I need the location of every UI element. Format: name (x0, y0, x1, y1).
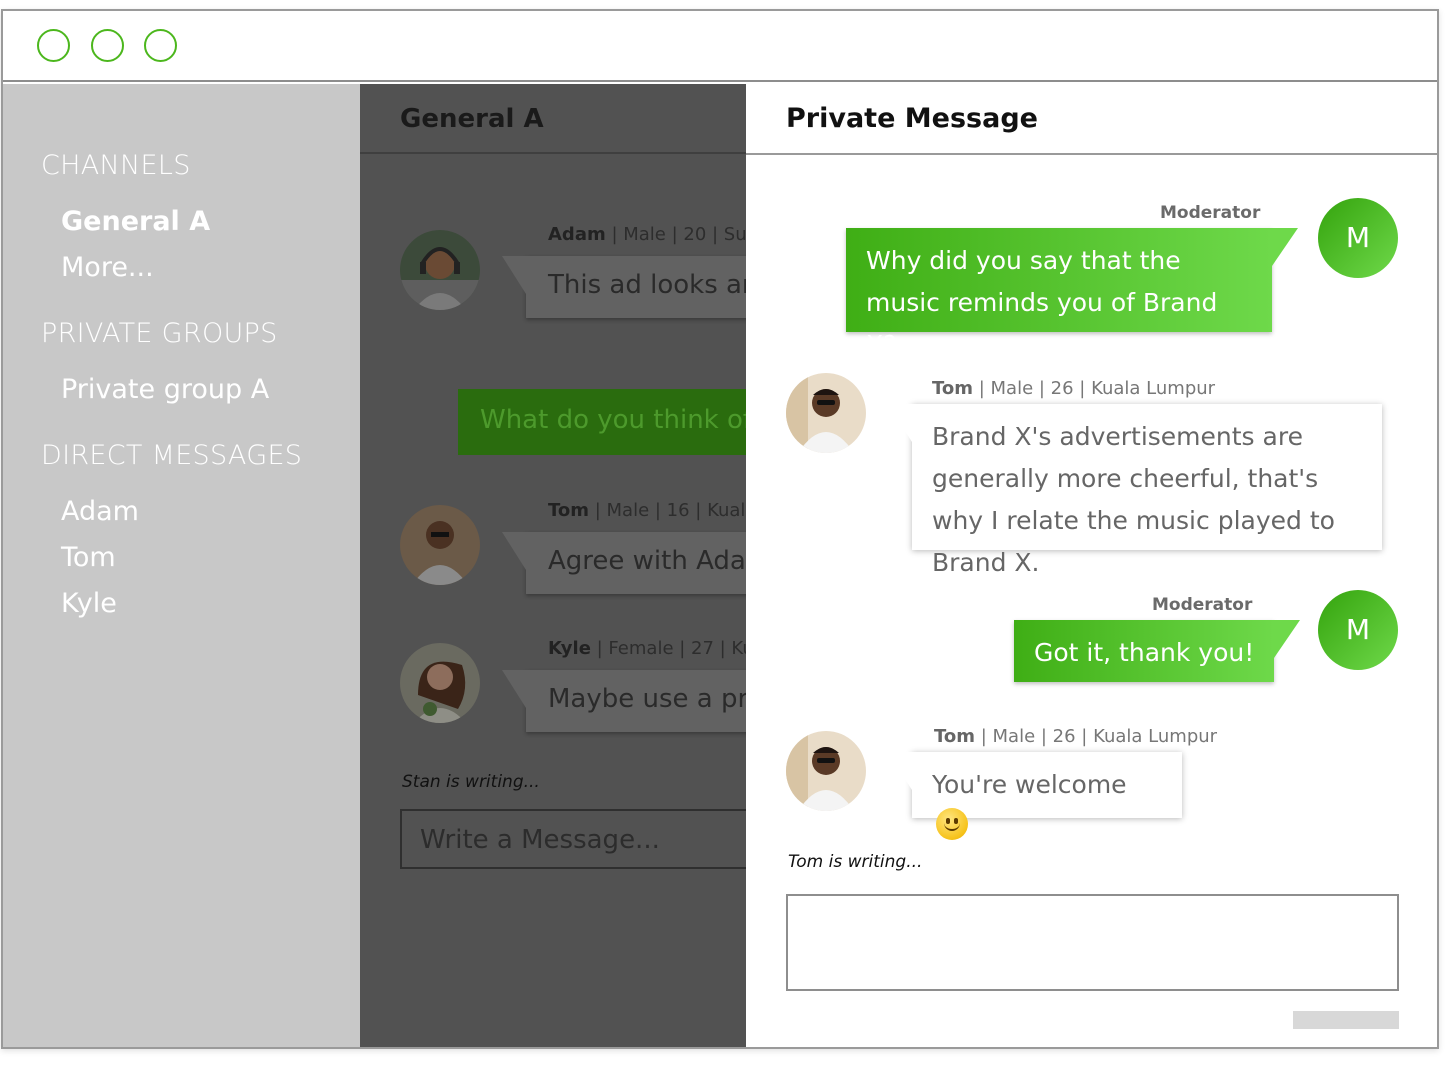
moderator-message-bubble: Got it, thank you! (1014, 620, 1300, 682)
app-window: CHANNELS General A More... PRIVATE GROUP… (1, 9, 1439, 1049)
channels-title: CHANNELS (41, 150, 191, 181)
avatar (786, 373, 866, 453)
message-meta: Tom | Male | 16 | Kuala L (548, 500, 746, 521)
typing-indicator: Stan is writing... (402, 772, 540, 792)
avatar (400, 643, 480, 723)
slightly-smiling-face-icon (936, 808, 968, 840)
tom-avatar-icon (786, 731, 866, 811)
kyle-avatar-icon (400, 643, 480, 723)
sidebar-item-private-group-a[interactable]: Private group A (61, 374, 269, 405)
message-meta: Tom | Male | 26 | Kuala Lumpur (934, 726, 1218, 747)
adam-avatar-icon (400, 230, 480, 310)
sidebar: CHANNELS General A More... PRIVATE GROUP… (3, 84, 360, 1047)
message-meta: Tom | Male | 26 | Kuala Lumpur (932, 378, 1216, 399)
message-meta: Kyle | Female | 27 | Kual (548, 638, 746, 659)
message-bubble: Brand X's advertisements are generally m… (888, 404, 1382, 577)
moderator-avatar: M (1318, 198, 1398, 278)
general-channel-panel: General A Adam | Male | 20 | Subar This … (360, 84, 746, 1047)
moderator-message-bubble: What do you think of th (458, 389, 746, 455)
sidebar-item-tom[interactable]: Tom (61, 542, 116, 573)
window-close-icon[interactable] (37, 29, 70, 62)
message-input[interactable]: Write a Message... (400, 809, 746, 869)
sidebar-item-kyle[interactable]: Kyle (61, 588, 117, 619)
moderator-avatar: M (1318, 590, 1398, 670)
message-bubble: This ad looks am (502, 256, 746, 318)
private-message-input[interactable] (786, 894, 1399, 991)
private-message-header: Private Message (746, 84, 1437, 155)
message-bubble: Agree with Adam (502, 532, 746, 594)
moderator-message-bubble: Why did you say that the music reminds y… (846, 228, 1298, 359)
private-groups-title: PRIVATE GROUPS (41, 318, 278, 349)
send-button[interactable] (1293, 1011, 1399, 1029)
sidebar-item-general-a[interactable]: General A (61, 206, 210, 237)
channel-title: General A (400, 104, 544, 134)
avatar (400, 230, 480, 310)
window-minimize-icon[interactable] (91, 29, 124, 62)
direct-messages-title: DIRECT MESSAGES (41, 440, 303, 471)
typing-indicator: Tom is writing... (788, 852, 923, 872)
private-message-panel: Private Message Moderator Why did you sa… (746, 84, 1437, 1047)
channel-header: General A (360, 84, 746, 154)
sidebar-item-more[interactable]: More... (61, 252, 154, 283)
message-bubble: Maybe use a pret (502, 670, 746, 732)
sender-label: Moderator (1160, 203, 1261, 223)
sender-label: Moderator (1152, 595, 1253, 615)
private-message-title: Private Message (786, 103, 1038, 134)
window-maximize-icon[interactable] (144, 29, 177, 62)
tom-avatar-icon (786, 373, 866, 453)
tom-avatar-icon (400, 505, 480, 585)
avatar (400, 505, 480, 585)
sidebar-item-adam[interactable]: Adam (61, 496, 139, 527)
title-bar (3, 11, 1437, 82)
avatar (786, 731, 866, 811)
message-meta: Adam | Male | 20 | Subar (548, 224, 746, 245)
message-text: You're welcome (932, 770, 1127, 799)
message-bubble: You're welcome (888, 752, 1182, 840)
